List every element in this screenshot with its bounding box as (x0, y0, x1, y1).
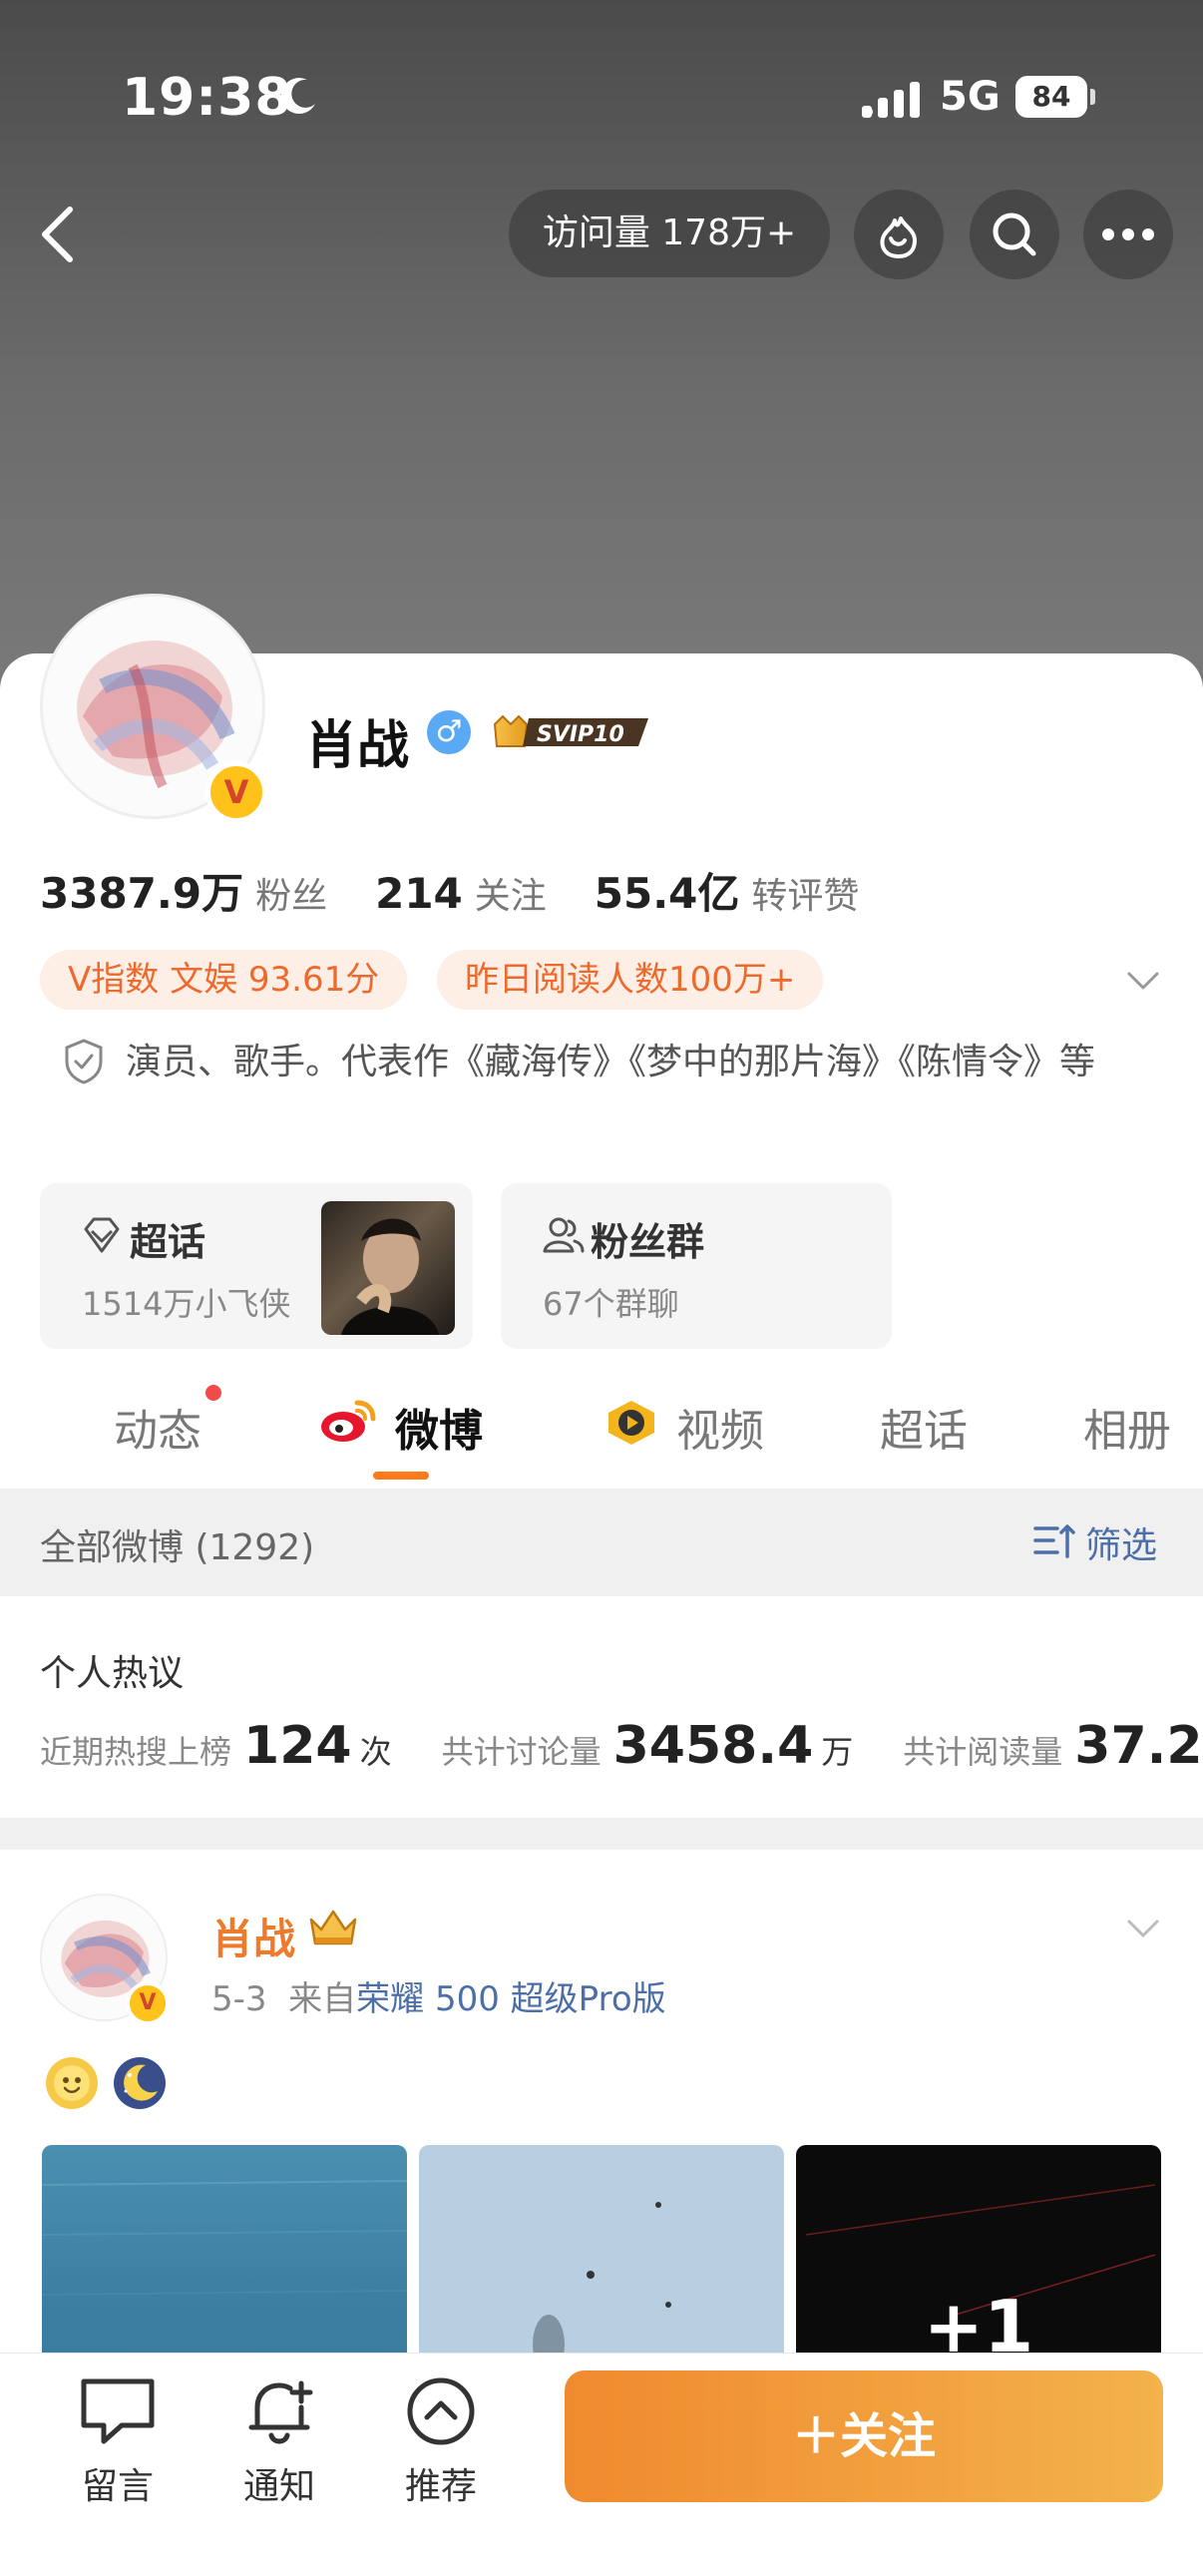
fan-group-subtitle: 67个群聊 (543, 1285, 679, 1323)
post-source[interactable]: 荣耀 500 超级Pro版 (356, 1979, 665, 2019)
reads-value: 37.2 (1074, 1716, 1203, 1776)
recommend-button[interactable]: 推荐 (381, 2373, 501, 2523)
svip-label: SVIP10 (537, 722, 624, 747)
more-button[interactable] (1083, 190, 1173, 279)
profile-name: 肖战 (305, 716, 410, 776)
notify-button[interactable]: 通知 (219, 2373, 339, 2523)
supertopic-card[interactable]: 超话 1514万小飞侠 (40, 1183, 473, 1349)
diamond-icon (84, 1217, 120, 1253)
moon-icon (280, 78, 315, 115)
back-arrow-icon[interactable] (30, 200, 90, 269)
gift-button[interactable] (854, 190, 944, 279)
post-source-prefix: 来自 (288, 1979, 357, 2019)
stat-followers-label[interactable]: 粉丝 (255, 867, 327, 919)
filter-bar: 全部微博 (1292) 筛选 (0, 1489, 1203, 1596)
hot-search-label: 近期热搜上榜 (40, 1733, 232, 1771)
supertopic-title: 超话 (130, 1220, 206, 1264)
gift-icon (880, 216, 917, 258)
visits-pill[interactable]: 访问量 178万+ (509, 190, 830, 277)
supertopic-thumbnail (321, 1201, 455, 1335)
tab-activity[interactable]: 动态 (114, 1395, 201, 1459)
all-weibo-count: 全部微博 (1292) (40, 1527, 315, 1568)
battery-icon: 84 (1015, 76, 1095, 118)
gender-male-icon: ♂ (427, 710, 471, 754)
search-icon (993, 213, 1036, 256)
stat-likes-value: 55.4亿 (594, 869, 740, 918)
filter-icon (1033, 1524, 1075, 1558)
filter-button[interactable]: 筛选 (1031, 1516, 1171, 1566)
supertopic-subtitle: 1514万小飞侠 (82, 1285, 291, 1323)
profile-stats: 3387.9万 粉丝 214 关注 55.4亿 转评赞 (40, 860, 907, 921)
bottom-action-bar: 留言 通知 推荐 ＋关注 (0, 2353, 1203, 2576)
unread-dot (205, 1385, 221, 1401)
message-icon (81, 2378, 155, 2444)
message-label: 留言 (81, 2466, 154, 2507)
profile-bio: 演员、歌手。代表作《藏海传》《梦中的那片海》《陈情令》等 (126, 1042, 1096, 1082)
tab-supertopic[interactable]: 超话 (880, 1395, 968, 1459)
section-divider (0, 1818, 1203, 1850)
verified-badge: V (205, 761, 267, 823)
group-icon (543, 1217, 585, 1253)
tab-video[interactable]: 视频 (676, 1395, 764, 1459)
v-index-tag[interactable]: V指数 文娱 93.61分 (40, 950, 408, 1010)
fan-group-card[interactable]: 粉丝群 67个群聊 (501, 1183, 892, 1349)
fan-group-title: 粉丝群 (591, 1220, 705, 1264)
hot-discussion-stats[interactable]: 近期热搜上榜 124 次 共计讨论量 3458.4 万 共计阅读量 37.2 (40, 1716, 1203, 1776)
hot-search-unit: 次 (359, 1733, 392, 1771)
shield-icon (65, 1039, 103, 1084)
video-icon (608, 1401, 654, 1445)
discussion-value: 3458.4 (612, 1716, 814, 1776)
post-date: 5-3 (211, 1979, 267, 2019)
post-meta: 5-3 来自荣耀 500 超级Pro版 (211, 1971, 666, 2020)
post-verified-badge: V (126, 1981, 170, 2025)
signal-icon (862, 82, 920, 118)
follow-button[interactable]: ＋关注 (565, 2370, 1163, 2502)
status-time: 19:38 (122, 68, 292, 128)
bell-plus-icon (248, 2380, 313, 2444)
more-icon (1102, 228, 1154, 240)
moon-emoji-icon (114, 2057, 166, 2109)
recommend-label: 推荐 (404, 2466, 477, 2507)
stat-following-label[interactable]: 关注 (475, 867, 547, 919)
message-button[interactable]: 留言 (58, 2373, 178, 2523)
reads-label: 共计阅读量 (903, 1733, 1063, 1771)
vip-crown-icon (309, 1910, 357, 1945)
filter-label: 筛选 (1085, 1525, 1158, 1566)
hot-discussion-title: 个人热议 (40, 1653, 185, 1694)
stat-following-value[interactable]: 214 (375, 869, 463, 918)
post-menu-chevron-icon[interactable] (1123, 1908, 1163, 1947)
recommend-up-icon (407, 2377, 475, 2445)
reads-tag[interactable]: 昨日阅读人数100万+ (437, 950, 824, 1010)
sun-emoji-icon (46, 2057, 98, 2109)
notify-label: 通知 (242, 2466, 315, 2507)
weibo-logo-icon (321, 1400, 376, 1442)
svip-badge[interactable]: SVIP10 (489, 710, 654, 754)
network-label: 5G (940, 74, 1001, 120)
hot-search-value: 124 (243, 1716, 352, 1776)
active-tab-indicator (373, 1472, 429, 1480)
post-author[interactable]: 肖战 (211, 1906, 295, 1966)
chevron-down-icon[interactable] (1123, 960, 1163, 1000)
discussion-label: 共计讨论量 (441, 1733, 602, 1771)
stat-likes-label: 转评赞 (751, 876, 860, 917)
discussion-unit: 万 (821, 1733, 854, 1771)
battery-level: 84 (1015, 76, 1087, 118)
tab-album[interactable]: 相册 (1083, 1395, 1171, 1459)
tab-weibo[interactable]: 微博 (395, 1395, 483, 1459)
search-button[interactable] (970, 190, 1059, 279)
stat-followers-value[interactable]: 3387.9万 (40, 860, 243, 921)
